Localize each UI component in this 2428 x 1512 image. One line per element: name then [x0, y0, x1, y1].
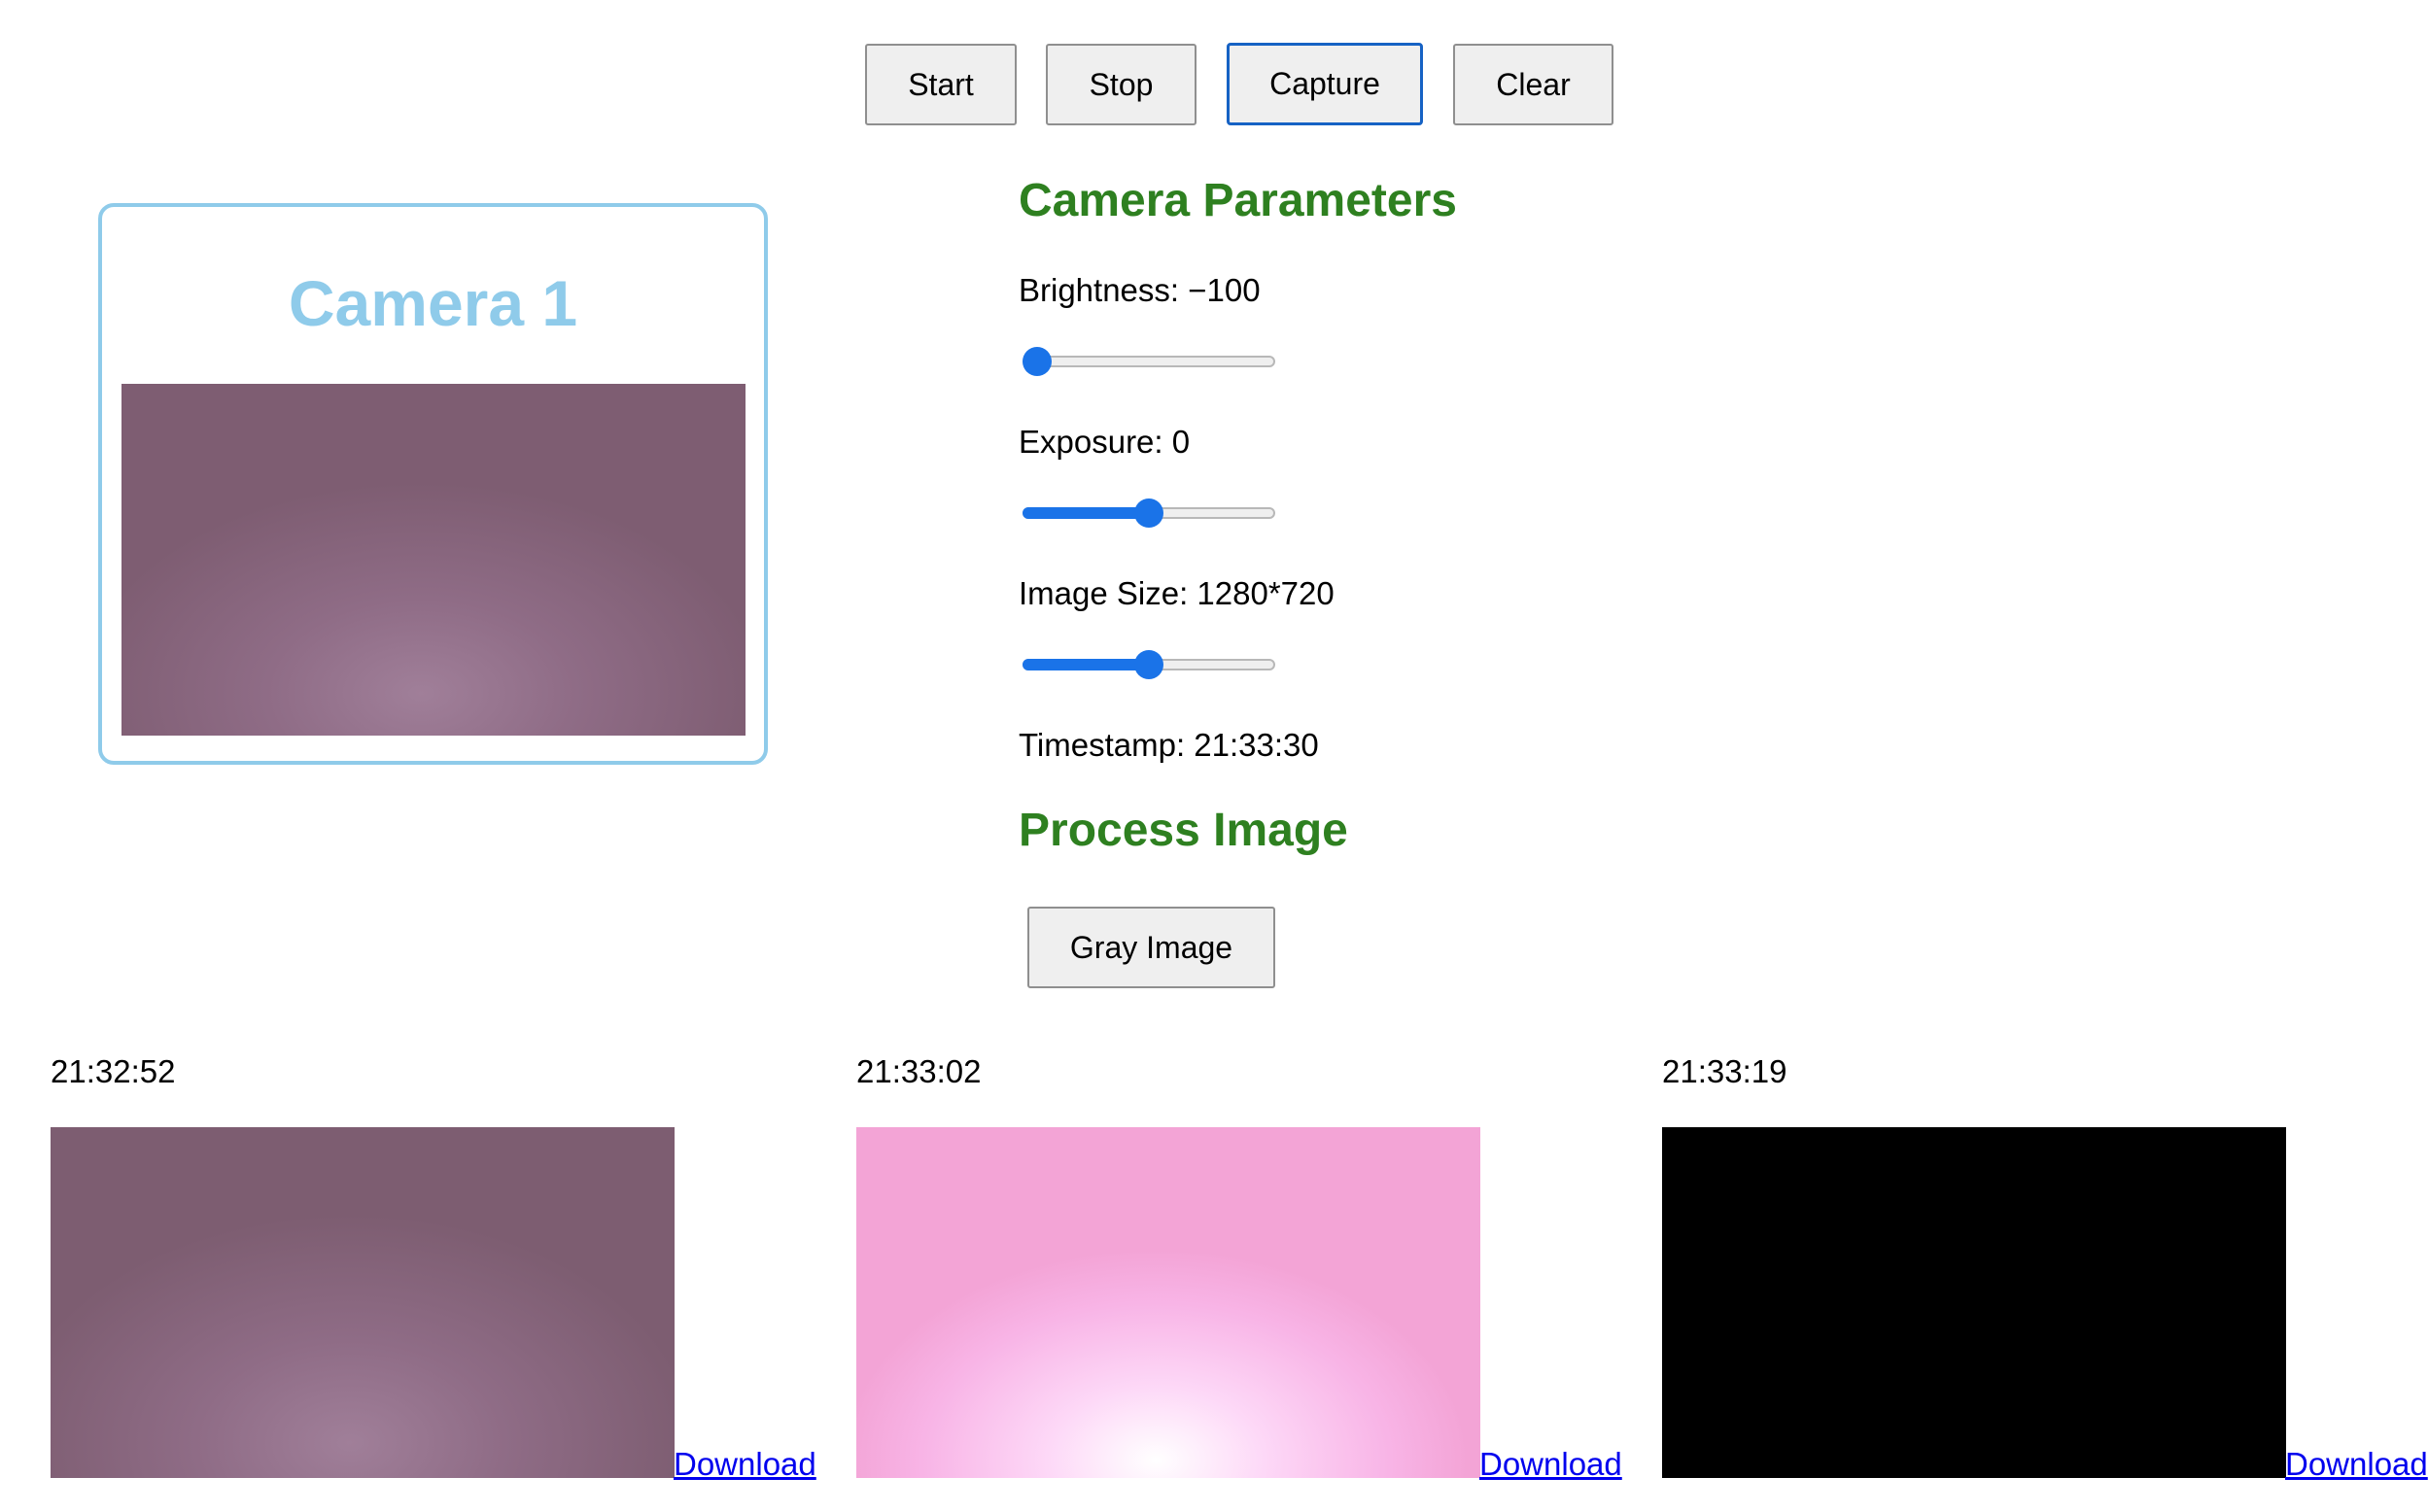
download-link-3[interactable]: Download	[2285, 1448, 2428, 1480]
capture-time-2: 21:33:02	[856, 1053, 982, 1089]
slider-thumb[interactable]	[1134, 650, 1163, 679]
download-link-1[interactable]: Download	[674, 1448, 816, 1480]
exposure-slider[interactable]	[1023, 494, 1275, 533]
slider-fill	[1023, 659, 1149, 670]
capture-button[interactable]: Capture	[1227, 43, 1423, 125]
slider-track	[1023, 356, 1275, 367]
image-size-label: Image Size: 1280*720	[1019, 575, 1335, 611]
clear-button[interactable]: Clear	[1453, 44, 1613, 125]
capture-time-1: 21:32:52	[51, 1053, 176, 1089]
slider-thumb[interactable]	[1023, 347, 1052, 376]
download-link-2[interactable]: Download	[1479, 1448, 1622, 1480]
process-image-heading: Process Image	[1019, 805, 1348, 856]
gray-image-button[interactable]: Gray Image	[1027, 907, 1275, 988]
camera-parameters-heading: Camera Parameters	[1019, 175, 1457, 226]
camera-title: Camera 1	[288, 267, 578, 339]
captured-image-1	[51, 1127, 675, 1478]
image-size-slider[interactable]	[1023, 645, 1275, 684]
brightness-label: Brightness: −100	[1019, 272, 1261, 308]
captured-image-3	[1662, 1127, 2286, 1478]
brightness-slider[interactable]	[1023, 342, 1275, 381]
camera-card: Camera 1	[98, 203, 768, 765]
camera-preview	[121, 384, 746, 736]
capture-time-3: 21:33:19	[1662, 1053, 1787, 1089]
slider-fill	[1023, 507, 1149, 519]
captured-image-2	[856, 1127, 1480, 1478]
start-button[interactable]: Start	[865, 44, 1017, 125]
page: Start Stop Capture Clear Camera 1 Camera…	[0, 0, 2428, 1512]
slider-thumb[interactable]	[1134, 498, 1163, 528]
exposure-label: Exposure: 0	[1019, 424, 1191, 460]
stop-button[interactable]: Stop	[1046, 44, 1197, 125]
timestamp-label: Timestamp: 21:33:30	[1019, 727, 1319, 763]
